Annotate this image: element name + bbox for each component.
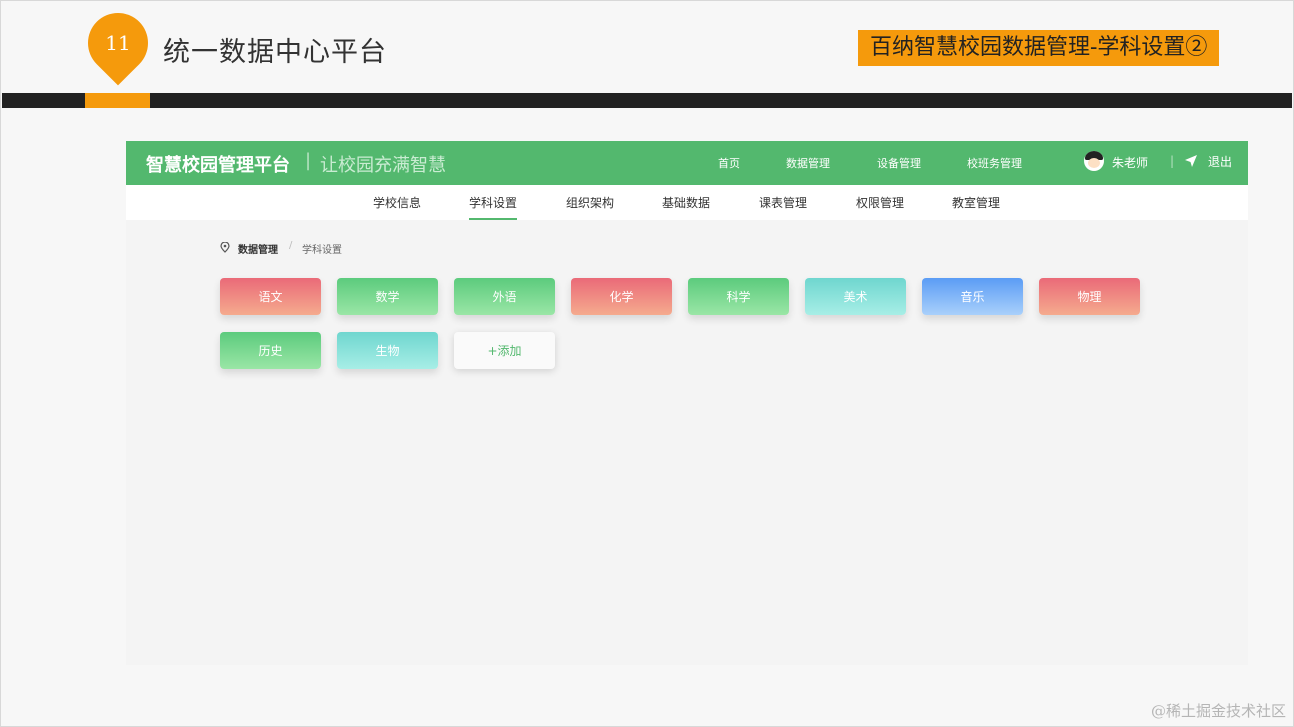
subject-button[interactable]: 外语 — [454, 278, 555, 315]
breadcrumb-data-management[interactable]: 数据管理 — [238, 241, 278, 256]
sub-nav: 学校信息 学科设置 组织架构 基础数据 课表管理 权限管理 教室管理 — [126, 185, 1248, 220]
tab-classrooms[interactable]: 教室管理 — [952, 194, 1000, 218]
subject-button[interactable]: 化学 — [571, 278, 672, 315]
location-pin-icon — [220, 242, 230, 253]
app-screenshot: 智慧校园管理平台 | 让校园充满智慧 首页 数据管理 设备管理 校班务管理 朱老… — [126, 141, 1248, 665]
brand-title: 智慧校园管理平台 — [146, 155, 290, 176]
top-bar: 智慧校园管理平台 | 让校园充满智慧 首页 数据管理 设备管理 校班务管理 朱老… — [126, 141, 1248, 185]
subject-button[interactable]: 历史 — [220, 332, 321, 369]
subject-button[interactable]: 美术 — [805, 278, 906, 315]
tab-subject-settings[interactable]: 学科设置 — [469, 194, 518, 220]
subject-button[interactable]: 音乐 — [922, 278, 1023, 315]
subject-button[interactable]: 物理 — [1039, 278, 1140, 315]
avatar-icon[interactable] — [1084, 151, 1104, 171]
header-divider-accent — [85, 93, 150, 108]
user-name[interactable]: 朱老师 — [1112, 154, 1148, 171]
top-nav-data-management[interactable]: 数据管理 — [786, 155, 830, 171]
send-icon[interactable] — [1184, 154, 1198, 168]
add-subject-button[interactable]: +添加 — [454, 332, 555, 369]
slide-number: 11 — [105, 31, 131, 55]
tab-school-info[interactable]: 学校信息 — [373, 194, 421, 218]
breadcrumb-separator: / — [289, 240, 293, 251]
top-bar-separator: | — [1170, 154, 1175, 168]
tab-timetable[interactable]: 课表管理 — [759, 194, 807, 218]
brand-slogan: 让校园充满智慧 — [320, 155, 446, 176]
tab-permissions[interactable]: 权限管理 — [856, 194, 904, 218]
header-divider — [2, 93, 1292, 108]
brand-separator: | — [305, 150, 312, 171]
subject-button[interactable]: 数学 — [337, 278, 438, 315]
tab-basic-data[interactable]: 基础数据 — [662, 194, 710, 218]
subject-button[interactable]: 科学 — [688, 278, 789, 315]
top-nav-class-affairs[interactable]: 校班务管理 — [967, 155, 1022, 171]
watermark: @稀土掘金技术社区 — [1150, 702, 1286, 720]
tab-organization[interactable]: 组织架构 — [566, 194, 614, 218]
top-nav-home[interactable]: 首页 — [718, 155, 740, 171]
logout-button[interactable]: 退出 — [1208, 153, 1232, 170]
subject-button[interactable]: 生物 — [337, 332, 438, 369]
slide-tag: 百纳智慧校园数据管理-学科设置② — [858, 30, 1220, 66]
top-nav-device-management[interactable]: 设备管理 — [877, 155, 921, 171]
breadcrumb-subject-settings: 学科设置 — [302, 245, 342, 256]
slide-title: 统一数据中心平台 — [163, 37, 387, 68]
subject-button[interactable]: 语文 — [220, 278, 321, 315]
